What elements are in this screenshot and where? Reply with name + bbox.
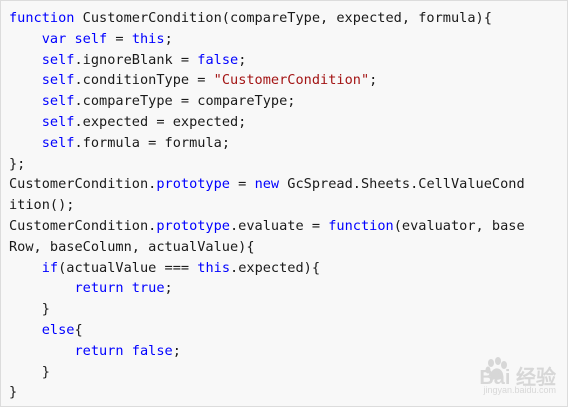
baidu-jingyan-watermark: Bai 经验 jingyan.baidu.com xyxy=(440,357,560,403)
code-text: GcSpread.Sheets.CellValueCond xyxy=(279,176,525,193)
code-keyword: this xyxy=(197,259,231,276)
code-text: ition(); xyxy=(9,197,75,214)
code-line: CustomerCondition.prototype = new GcSpre… xyxy=(9,174,525,195)
code-line: if(actualValue === this.expected){ xyxy=(9,258,525,279)
code-keyword: true xyxy=(131,280,165,297)
code-keyword: function xyxy=(9,10,75,26)
code-text: .expected = expected; xyxy=(74,113,247,130)
code-line: else{ xyxy=(9,320,525,341)
code-keyword: self xyxy=(41,113,75,130)
code-text: .ignoreBlank = xyxy=(74,51,198,68)
code-keyword: return xyxy=(74,280,124,297)
code-keyword: self xyxy=(41,93,75,110)
code-text: ; xyxy=(369,72,378,89)
code-line: self.ignoreBlank = false; xyxy=(9,50,525,71)
code-line: ition(); xyxy=(9,195,525,216)
code-keyword: else xyxy=(41,321,75,338)
code-text: = xyxy=(107,30,132,47)
code-text: ; xyxy=(164,30,173,47)
code-keyword: prototype xyxy=(156,217,230,234)
code-text: .formula = formula; xyxy=(74,134,231,151)
code-text: }; xyxy=(9,155,26,172)
code-keyword: false xyxy=(197,51,239,68)
code-text: Row, baseColumn, actualValue){ xyxy=(9,238,255,255)
code-text: CustomerCondition(compareType, expected,… xyxy=(74,10,492,26)
code-line: CustomerCondition.prototype.evaluate = f… xyxy=(9,216,525,237)
code-text: (evaluator, base xyxy=(393,217,525,234)
code-keyword: self xyxy=(41,134,75,151)
code-line: } xyxy=(9,299,525,320)
code-keyword: self xyxy=(74,30,108,47)
code-text: .compareType = compareType; xyxy=(74,93,296,110)
code-text: = xyxy=(230,176,255,193)
code-lines: function CustomerCondition(compareType, … xyxy=(9,8,525,403)
code-line: var self = this; xyxy=(9,29,525,50)
code-line: Row, baseColumn, actualValue){ xyxy=(9,237,525,258)
code-line: return true; xyxy=(9,278,525,299)
code-keyword: var xyxy=(41,30,67,47)
code-keyword: false xyxy=(131,342,173,359)
code-keyword: function xyxy=(328,217,394,234)
code-text: } xyxy=(9,363,50,380)
code-text: ; xyxy=(238,51,247,68)
code-text: ; xyxy=(164,280,173,297)
code-block: function CustomerCondition(compareType, … xyxy=(0,0,568,407)
code-keyword: this xyxy=(131,30,165,47)
code-text: .conditionType = xyxy=(74,72,214,89)
code-text: { xyxy=(74,321,83,338)
code-line: self.compareType = compareType; xyxy=(9,91,525,112)
code-text: ; xyxy=(172,342,181,359)
code-text: CustomerCondition. xyxy=(9,217,157,234)
code-keyword: self xyxy=(41,51,75,68)
code-line: }; xyxy=(9,154,525,175)
code-keyword: prototype xyxy=(156,176,230,193)
code-text: .evaluate = xyxy=(230,217,329,234)
code-text: .expected){ xyxy=(230,259,321,276)
code-text: (actualValue === xyxy=(58,259,198,276)
code-line: function CustomerCondition(compareType, … xyxy=(9,8,525,29)
code-line: self.formula = formula; xyxy=(9,133,525,154)
code-line: self.conditionType = "CustomerCondition"… xyxy=(9,70,525,91)
code-keyword: return xyxy=(74,342,124,359)
code-text: } xyxy=(9,301,50,318)
code-line: self.expected = expected; xyxy=(9,112,525,133)
code-text: } xyxy=(9,384,18,401)
code-keyword: new xyxy=(254,176,280,193)
code-string: "CustomerCondition" xyxy=(213,72,370,89)
code-keyword: self xyxy=(41,72,75,89)
code-keyword: if xyxy=(41,259,59,276)
watermark-url: jingyan.baidu.com xyxy=(483,385,556,395)
code-text: CustomerCondition. xyxy=(9,176,157,193)
